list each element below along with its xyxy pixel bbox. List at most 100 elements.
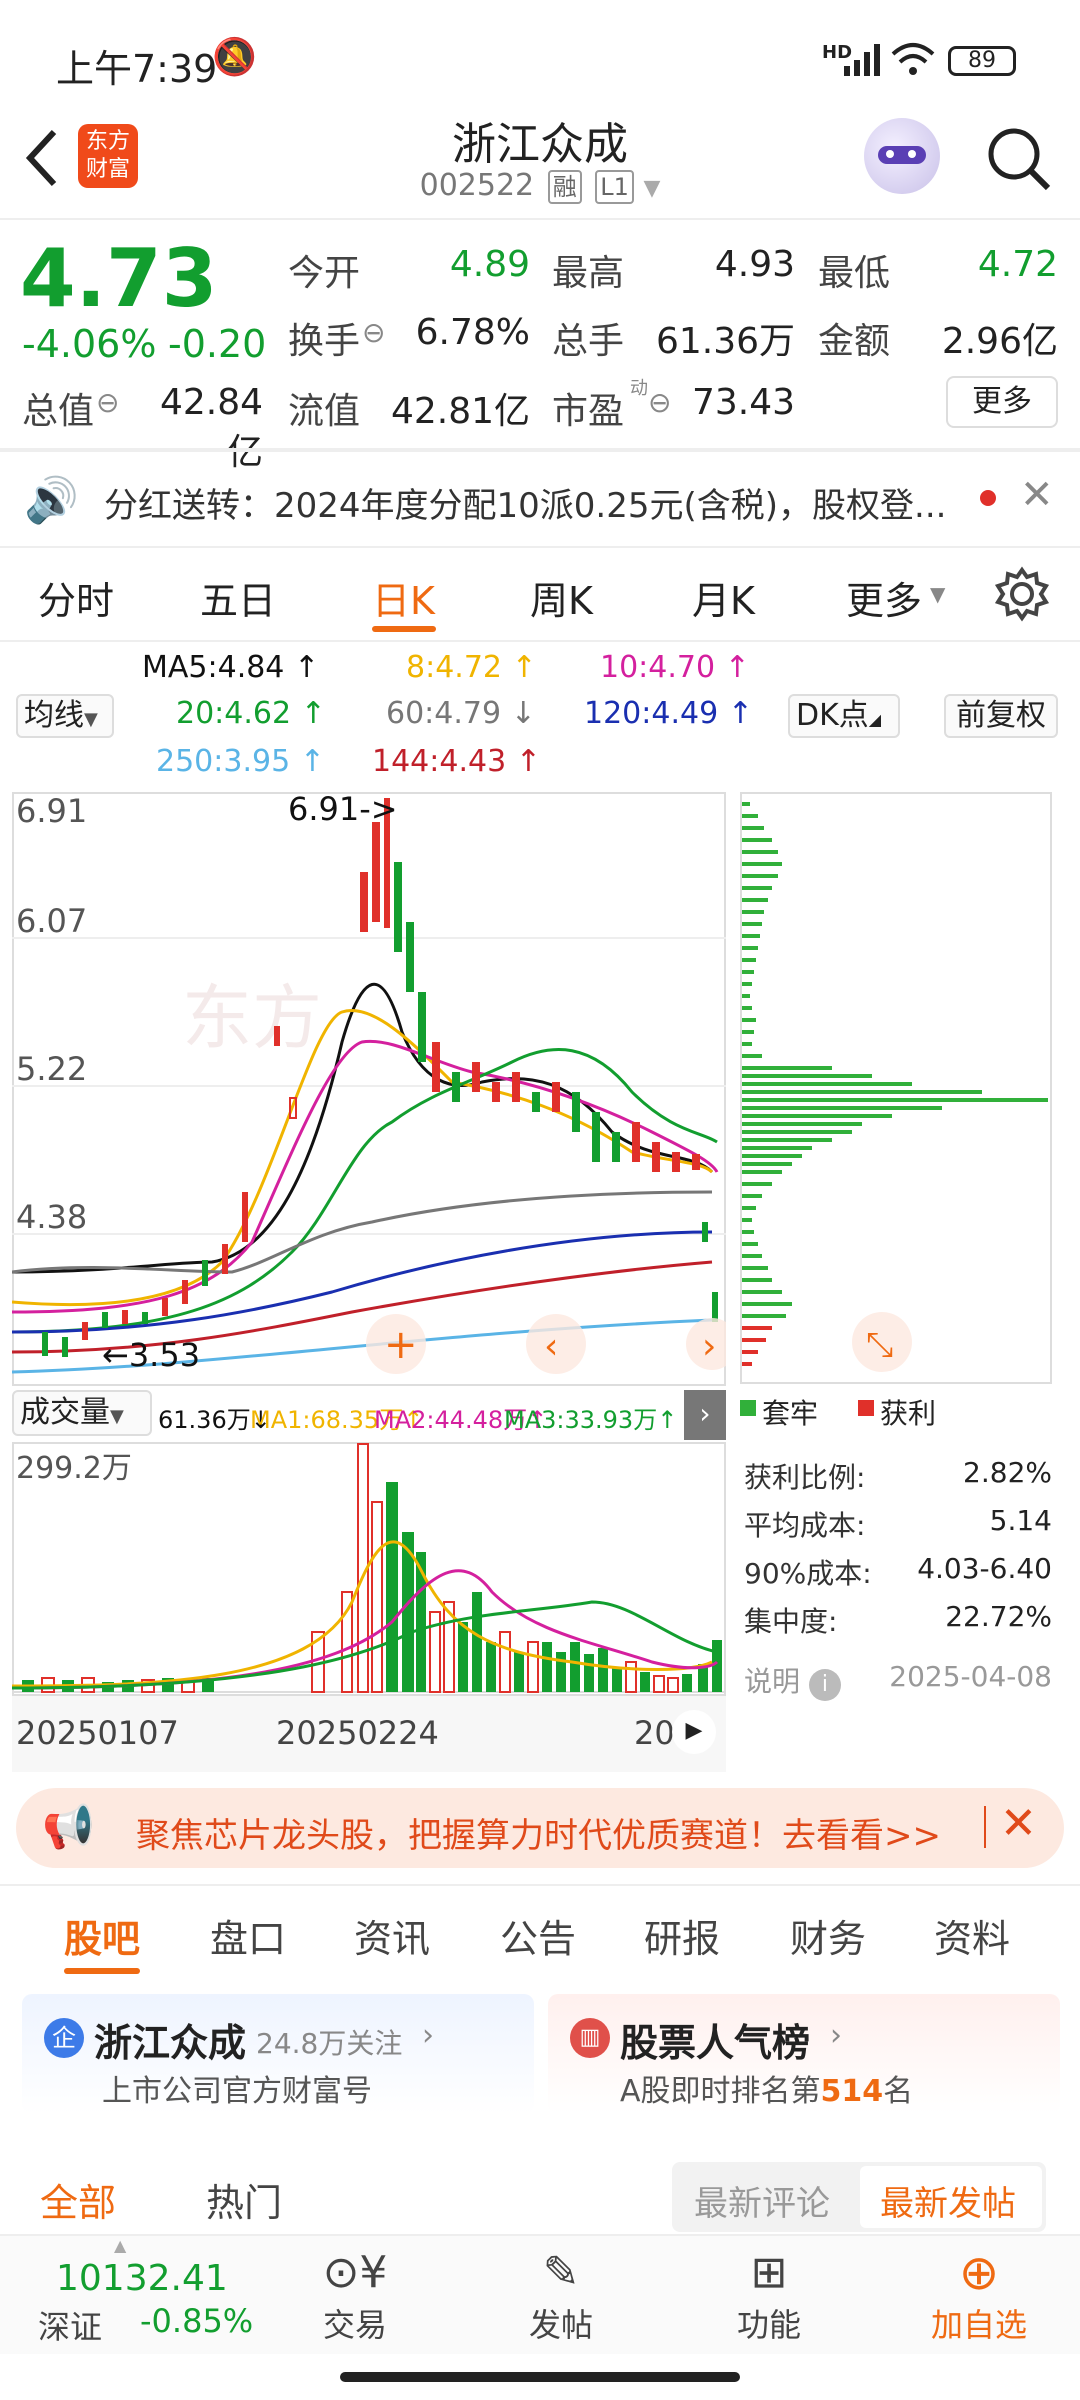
- volume-value: 61.36万: [655, 321, 795, 362]
- float-label: 流值: [288, 391, 361, 432]
- tab-pankou[interactable]: 盘口: [210, 1908, 286, 1963]
- index-name[interactable]: 深证: [38, 2302, 102, 2348]
- stat-value: 4.03-6.40: [917, 1552, 1052, 1585]
- note-label: 说明: [744, 1665, 801, 1698]
- robot-assistant-icon[interactable]: [864, 118, 940, 194]
- yen-icon: ⊙¥: [322, 2247, 388, 2298]
- settings-gear-icon[interactable]: [994, 566, 1050, 622]
- ma60-value: 60:4.79 ↓: [386, 696, 536, 731]
- popularity-title: 股票人气榜: [620, 2021, 811, 2065]
- grid-icon: ⊞: [750, 2247, 788, 2298]
- tab-finance[interactable]: 财务: [790, 1908, 866, 1963]
- close-icon[interactable]: ✕: [1020, 472, 1054, 518]
- forward-adjust-button[interactable]: 前复权: [944, 694, 1058, 738]
- tab-research[interactable]: 研报: [644, 1908, 720, 1963]
- pe-value: 73.43: [691, 382, 795, 423]
- stat-key: 平均成本:: [744, 1509, 866, 1542]
- status-bar: 上午7:39 🔕 HD 89: [0, 0, 1080, 120]
- promo-text: 聚焦芯片龙头股，把握算力时代优质赛道！去看看>>: [136, 1816, 941, 1856]
- tab-news[interactable]: 资讯: [354, 1908, 430, 1963]
- low-label: 最低: [818, 253, 891, 294]
- wifi-icon: [891, 43, 935, 75]
- filter-hot[interactable]: 热门: [206, 2172, 282, 2227]
- tab-guba[interactable]: 股吧: [64, 1908, 140, 1963]
- add-circle-icon: ⊕: [958, 2245, 1000, 2301]
- post-button[interactable]: ✎ 发帖: [506, 2246, 616, 2346]
- news-tabs: 股吧 盘口 资讯 公告 研报 财务 资料: [0, 1886, 1080, 1980]
- active-tab-indicator: [372, 626, 436, 632]
- chevron-left-icon[interactable]: ‹: [544, 1326, 558, 1367]
- indicator-selector[interactable]: 成交量▼: [12, 1390, 152, 1436]
- search-icon[interactable]: [984, 124, 1054, 194]
- ma-legend: MA5:4.84 ↑ 8:4.72 ↑ 10:4.70 ↑ 均线▼ 20:4.6…: [0, 640, 1080, 790]
- dk-point-button[interactable]: DK点◢: [788, 694, 900, 738]
- battery-level: 89: [968, 48, 996, 73]
- amount-value: 2.96亿: [941, 321, 1058, 362]
- stat-value: 22.72%: [945, 1600, 1052, 1633]
- info-dots-icon[interactable]: ⊖: [96, 386, 119, 419]
- date-label: 20: [634, 1714, 675, 1752]
- home-indicator[interactable]: [340, 2372, 740, 2382]
- speaker-icon: 🔊: [24, 475, 79, 526]
- company-account-card[interactable]: 企 浙江众成 24.8万关注 › 上市公司官方财富号: [22, 1994, 534, 2114]
- change-value: -0.20: [168, 322, 267, 366]
- unread-dot: [980, 490, 996, 506]
- tab-weekly-k[interactable]: 周K: [530, 570, 593, 625]
- trade-label: 交易: [322, 2306, 387, 2344]
- tab-profile[interactable]: 资料: [934, 1908, 1010, 1963]
- tab-five-day[interactable]: 五日: [200, 570, 276, 625]
- close-icon[interactable]: ✕: [1000, 1798, 1037, 1849]
- volume-header: 成交量▼ 61.36万↓ MA1:68.35万↑ MA2:44.48万↑ MA3…: [12, 1390, 726, 1440]
- expand-indicator-button[interactable]: ›: [684, 1390, 726, 1440]
- index-value[interactable]: 10132.41: [56, 2258, 228, 2299]
- status-time: 上午7:39: [56, 47, 218, 91]
- trap-legend-swatch: [740, 1400, 756, 1416]
- kline-chart[interactable]: 东方 6.91 6.07 5.22 4.38 6.91-> ←3.53 + ‹ …: [12, 792, 726, 1386]
- profit-legend-swatch: [858, 1400, 874, 1416]
- follow-count: 24.8万关注: [256, 2027, 403, 2060]
- trade-button[interactable]: ⊙¥ 交易: [300, 2246, 410, 2346]
- stat-value: 5.14: [989, 1504, 1052, 1537]
- ma-selector[interactable]: 均线▼: [16, 694, 114, 738]
- company-name: 浙江众成: [94, 2021, 247, 2065]
- tab-more[interactable]: 更多: [846, 570, 922, 625]
- info-dots-icon[interactable]: ⊖: [648, 386, 671, 419]
- info-dots-icon[interactable]: ⊖: [362, 316, 385, 349]
- popularity-rank: A股即时排名第514名: [620, 2074, 914, 2109]
- expand-icon[interactable]: ⤡: [866, 1325, 893, 1365]
- chevron-down-icon: ▼: [643, 176, 661, 201]
- post-label: 发帖: [528, 2306, 593, 2344]
- play-arrow-icon[interactable]: ▶: [672, 1710, 716, 1754]
- stat-value: 2.82%: [963, 1456, 1052, 1489]
- functions-button[interactable]: ⊞ 功能: [714, 2246, 824, 2346]
- promo-banner[interactable]: 📢 聚焦芯片龙头股，把握算力时代优质赛道！去看看>> ✕: [16, 1788, 1064, 1868]
- volume-chart[interactable]: 299.2万: [12, 1442, 726, 1696]
- filter-all[interactable]: 全部: [40, 2172, 116, 2227]
- chip-date: 2025-04-08: [889, 1660, 1052, 1693]
- triangle-down-icon: ▼: [930, 582, 946, 606]
- amount-label: 金额: [818, 321, 891, 362]
- more-button[interactable]: 更多: [946, 376, 1058, 428]
- popularity-card[interactable]: ▥ 股票人气榜 › A股即时排名第514名: [548, 1994, 1060, 2114]
- sort-latest-post[interactable]: 最新发帖: [880, 2176, 1016, 2225]
- y-label: 6.91: [16, 792, 87, 830]
- chip-legend: 套牢 获利: [740, 1392, 1060, 1432]
- volume-max-label: 299.2万: [16, 1451, 132, 1486]
- y-label: 6.07: [16, 902, 87, 940]
- index-change[interactable]: -0.85%: [140, 2302, 253, 2340]
- caret-up-icon: ▲: [114, 2236, 127, 2255]
- date-label: 20250107: [16, 1714, 179, 1752]
- chevron-right-icon[interactable]: ›: [702, 1326, 716, 1367]
- plus-icon[interactable]: +: [384, 1322, 418, 1368]
- tab-monthly-k[interactable]: 月K: [692, 570, 755, 625]
- chip-note[interactable]: 说明 i: [744, 1660, 841, 1701]
- sort-latest-comment[interactable]: 最新评论: [694, 2176, 830, 2225]
- add-watchlist-button[interactable]: ⊕ 加自选: [914, 2246, 1044, 2346]
- dividend-notice[interactable]: 🔊 分红送转：2024年度分配10派0.25元(含税)，股权登... ✕: [0, 452, 1080, 548]
- chip-distribution-chart[interactable]: ⤡: [740, 792, 1052, 1384]
- watermark-logo: 东方: [182, 977, 322, 1059]
- tab-timeshare[interactable]: 分时: [38, 570, 114, 625]
- tab-daily-k[interactable]: 日K: [372, 570, 435, 625]
- tab-announcements[interactable]: 公告: [500, 1908, 576, 1963]
- info-icon[interactable]: i: [808, 1669, 841, 1701]
